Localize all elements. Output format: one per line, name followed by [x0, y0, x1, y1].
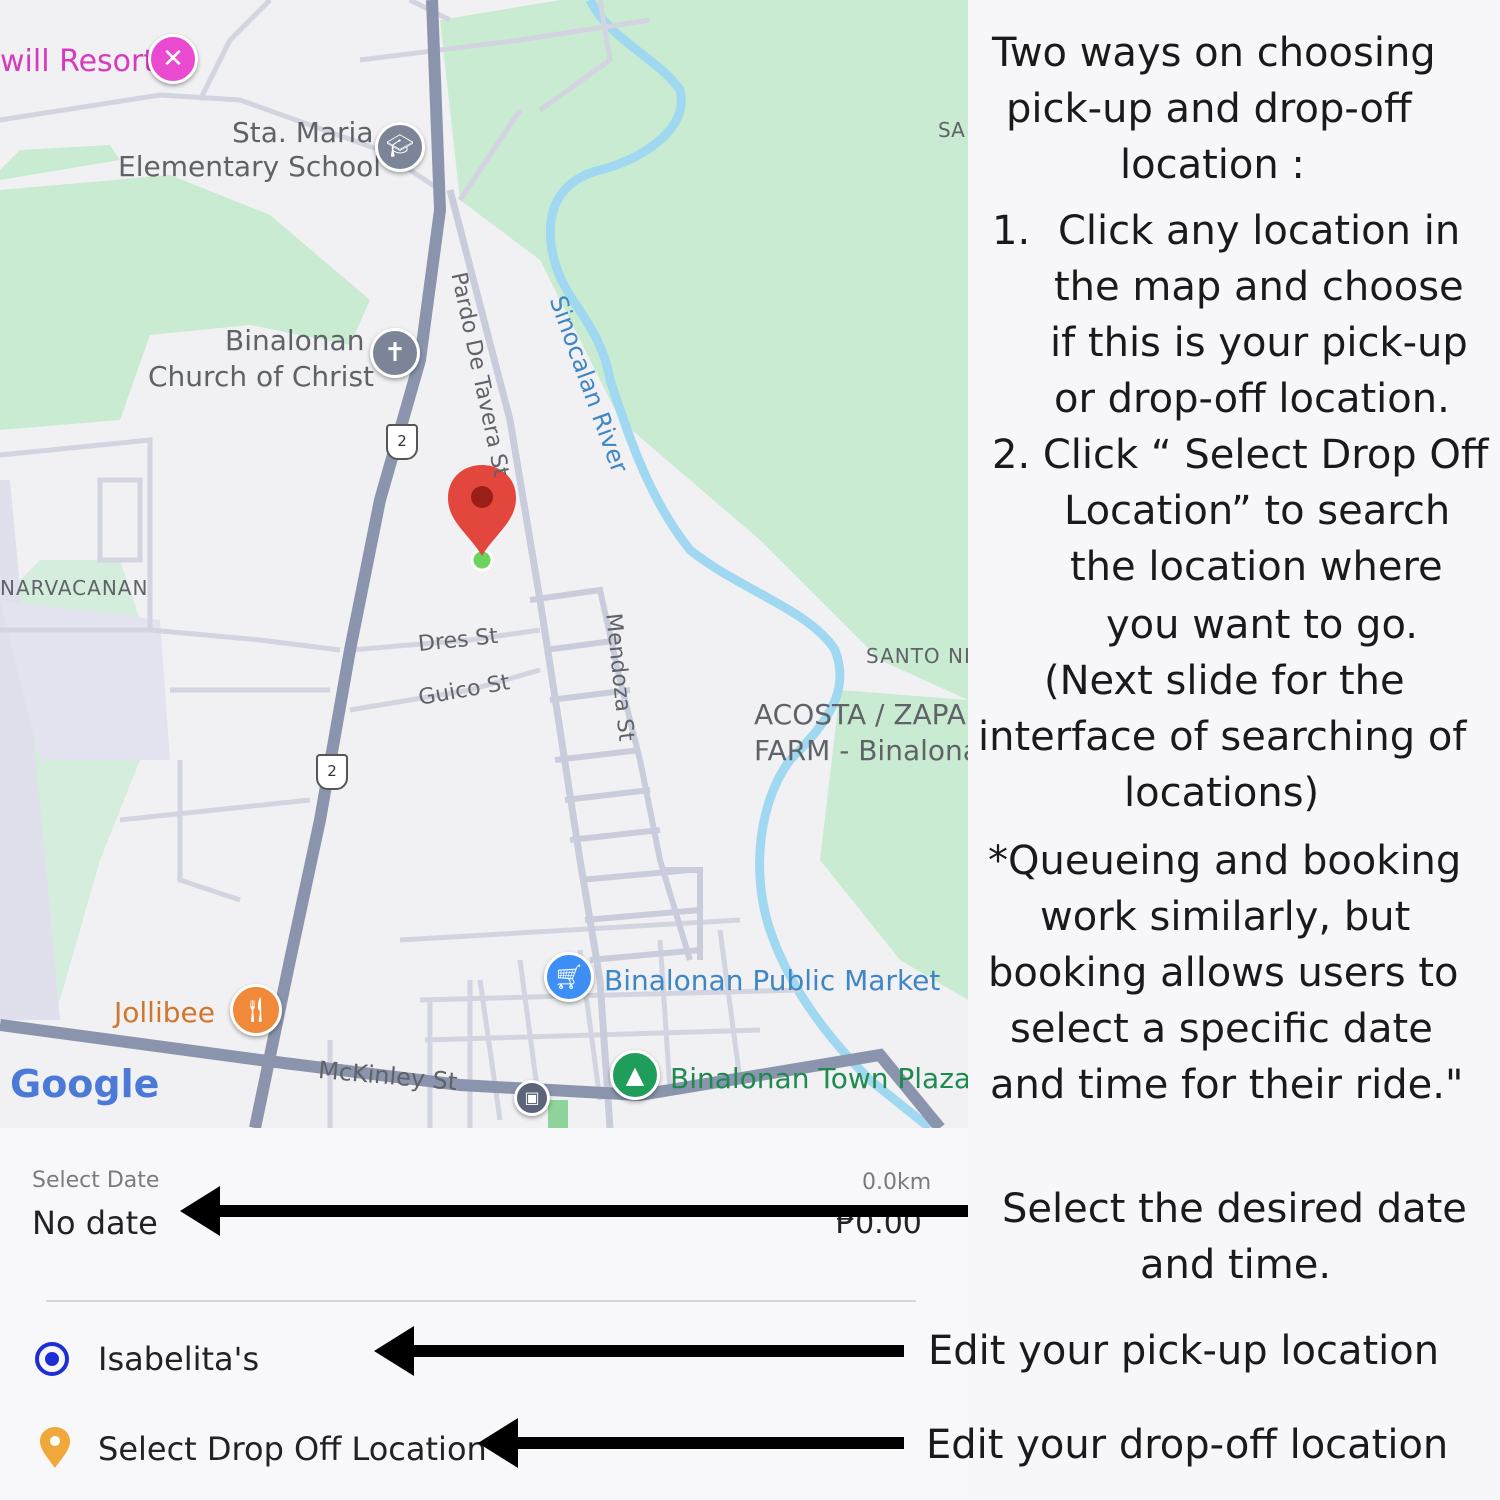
map-label-jollibee[interactable]: Jollibee: [114, 996, 215, 1029]
map-label-santo: SANTO NI: [866, 644, 968, 668]
map-label-market[interactable]: Binalonan Public Market: [604, 964, 940, 997]
map-label-resort[interactable]: will Resort: [0, 44, 155, 79]
select-date-label: Select Date: [32, 1168, 160, 1193]
step1-text-1: Click any location in: [1058, 208, 1461, 254]
date-annotation-2: and time.: [1140, 1242, 1332, 1288]
note-text-2: work similarly, but: [1040, 894, 1411, 940]
next-slide-text-1: (Next slide for the: [1044, 658, 1405, 704]
intro-text-2: pick-up and drop-off: [1006, 86, 1412, 132]
note-text-1: *Queueing and booking: [988, 838, 1462, 884]
step2-text-3: the location where: [1070, 544, 1443, 590]
map-label-school-1[interactable]: Sta. Maria: [232, 116, 373, 149]
note-text-4: select a specific date: [1010, 1006, 1433, 1052]
fork-knife-icon[interactable]: 🍴︎: [230, 984, 282, 1036]
bus-icon[interactable]: ▣: [514, 1080, 550, 1116]
google-logo: Google: [10, 1062, 160, 1106]
map-label-narvacanan: NARVACANAN: [0, 576, 149, 600]
intro-text-3: location :: [1120, 142, 1305, 188]
next-slide-text-2: interface of searching of: [978, 714, 1467, 760]
arrow-date: [180, 1186, 968, 1236]
pin-icon: [448, 465, 516, 556]
map-label-acosta-1[interactable]: ACOSTA / ZAPAN: [754, 698, 968, 731]
church-icon[interactable]: ✝: [370, 328, 420, 378]
dropoff-location-button[interactable]: Select Drop Off Location: [98, 1430, 487, 1468]
map-label-church-2[interactable]: Church of Christ: [148, 360, 374, 393]
arrow-dropoff: [478, 1418, 904, 1468]
pickup-annotation: Edit your pick-up location: [928, 1328, 1440, 1374]
date-annotation-1: Select the desired date: [1002, 1186, 1467, 1232]
step2-text-1: 2. Click “ Select Drop Off: [992, 432, 1489, 478]
route-shield: 2: [316, 754, 348, 790]
intro-text-1: Two ways on choosing: [992, 30, 1436, 76]
date-value[interactable]: No date: [32, 1204, 158, 1242]
step1-number: 1.: [992, 208, 1031, 254]
map-label-church-1[interactable]: Binalonan: [225, 324, 364, 357]
step1-text-3: if this is your pick-up: [1050, 320, 1468, 366]
step1-text-4: or drop-off location.: [1054, 376, 1450, 422]
map-label-plaza[interactable]: Binalonan Town Plaza: [670, 1062, 968, 1095]
map-label-acosta-2[interactable]: FARM - Binalona: [754, 734, 968, 767]
note-text-3: booking allows users to: [988, 950, 1459, 996]
arrow-pickup: [374, 1326, 904, 1376]
dropoff-pin-icon: [40, 1427, 70, 1468]
map-label-school-2[interactable]: Elementary School: [118, 150, 381, 183]
restaurant-icon[interactable]: ✕: [148, 34, 198, 84]
pickup-location[interactable]: Isabelita's: [98, 1340, 259, 1378]
map-view[interactable]: will Resort ✕ Sta. Maria Elementary Scho…: [0, 0, 968, 1128]
map-label-sa: SA: [938, 118, 965, 142]
tree-icon[interactable]: ▲: [610, 1050, 660, 1100]
step2-text-2: Location” to search: [1064, 488, 1451, 534]
route-shield: 2: [386, 424, 418, 460]
school-icon[interactable]: 🎓︎: [375, 122, 425, 172]
next-slide-text-3: locations): [1124, 770, 1320, 816]
divider: [46, 1300, 916, 1302]
note-text-5: and time for their ride.": [990, 1062, 1464, 1108]
pickup-radio-icon[interactable]: [35, 1342, 69, 1376]
shopping-cart-icon[interactable]: 🛒︎: [544, 952, 594, 1002]
step2-text-4: you want to go.: [1106, 602, 1418, 648]
step1-text-2: the map and choose: [1054, 264, 1464, 310]
dropoff-annotation: Edit your drop-off location: [926, 1422, 1449, 1468]
